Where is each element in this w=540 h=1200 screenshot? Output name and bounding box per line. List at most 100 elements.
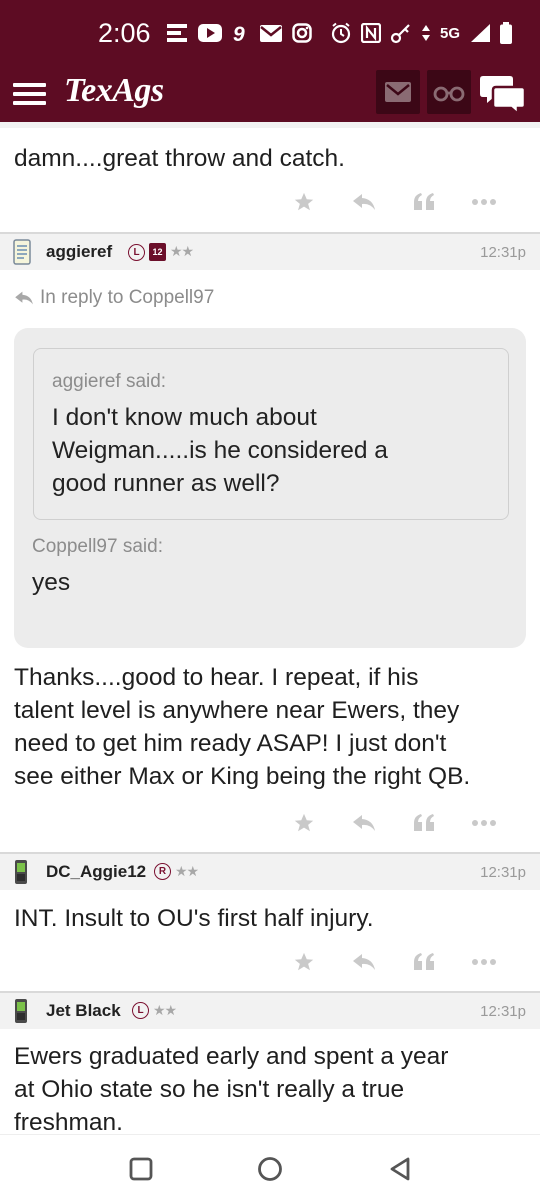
user-badges: L 12 ★★	[128, 243, 194, 261]
post-header: DC_Aggie12 R ★★ 12:31p	[0, 852, 540, 890]
post-body: INT. Insult to OU's first half injury.	[14, 905, 374, 932]
more-button[interactable]	[454, 808, 514, 838]
body-line: at Ohio state so he isn't really a true	[14, 1076, 405, 1103]
chat-button[interactable]	[480, 72, 527, 117]
post-timestamp[interactable]: 12:31p	[480, 1003, 526, 1020]
watchlist-button[interactable]	[427, 70, 471, 114]
svg-text:9: 9	[233, 23, 245, 44]
username-link[interactable]: aggieref	[46, 242, 112, 262]
back-button[interactable]	[384, 1153, 416, 1185]
phone-icon	[15, 860, 27, 884]
in-reply-to-link[interactable]: In reply to Coppell97	[14, 287, 214, 309]
quote-author: Coppell97 said:	[32, 536, 163, 557]
system-icons: 5G	[330, 22, 512, 44]
user-stars: ★★	[153, 1002, 177, 1019]
username-link[interactable]: DC_Aggie12	[46, 862, 146, 882]
post-header: Jet Black L ★★ 12:31p	[0, 991, 540, 1029]
more-button[interactable]	[454, 187, 514, 217]
quote-button[interactable]	[394, 808, 454, 838]
more-button[interactable]	[454, 947, 514, 977]
star-icon	[294, 813, 314, 832]
mail-icon	[385, 82, 411, 102]
user-stars: ★★	[170, 244, 194, 260]
reply-icon	[353, 815, 375, 831]
key-icon	[390, 24, 410, 44]
body-line: Thanks....good to hear. I repeat, if his	[14, 664, 419, 691]
reply-button[interactable]	[334, 187, 394, 217]
quote-line: good runner as well?	[52, 470, 280, 497]
quote-text: I don't know much about Weigman.....is h…	[52, 401, 388, 500]
status-time: 2:06	[98, 18, 151, 48]
mail-icon	[260, 24, 282, 42]
post-body: Ewers graduated early and spent a year a…	[14, 1040, 526, 1134]
star-icon	[294, 952, 314, 971]
user-badges: L ★★	[132, 1002, 177, 1019]
badge-level: L	[132, 1002, 149, 1019]
recents-button[interactable]	[125, 1153, 157, 1185]
body-line: talent level is anywhere near Ewers, the…	[14, 697, 460, 724]
quote-line: I don't know much about	[52, 404, 317, 431]
back-icon	[390, 1157, 410, 1181]
post-timestamp[interactable]: 12:31p	[480, 864, 526, 881]
body-line: see either Max or King being the right Q…	[14, 763, 471, 790]
user-stars: ★★	[175, 863, 199, 880]
network-type: 5G	[439, 24, 460, 42]
quote-icon	[414, 814, 434, 831]
youtube-icon	[198, 24, 222, 42]
badge-rank: R	[154, 863, 171, 880]
post-header-partial	[0, 122, 540, 128]
notepad-icon	[13, 239, 31, 265]
home-icon	[258, 1157, 282, 1181]
notification-icons: 9	[166, 22, 312, 44]
user-device-icon	[13, 998, 29, 1028]
reply-to-label: In reply to Coppell97	[40, 287, 215, 308]
home-button[interactable]	[254, 1153, 286, 1185]
instagram-icon	[292, 23, 312, 43]
quote-button[interactable]	[394, 947, 454, 977]
more-icon	[472, 959, 496, 965]
menu-icon[interactable]	[13, 76, 47, 112]
quote-icon	[414, 193, 434, 210]
signal-icon	[471, 24, 490, 42]
post-body: damn....great throw and catch.	[14, 145, 345, 172]
messages-button[interactable]	[376, 70, 420, 114]
battery-icon	[500, 22, 512, 44]
star-button[interactable]	[274, 187, 334, 217]
nested-quote-block: aggieref said: I don't know much about W…	[33, 348, 509, 520]
reply-icon	[353, 194, 375, 210]
post-header: aggieref L 12 ★★ 12:31p	[0, 232, 540, 270]
user-device-icon	[13, 239, 31, 269]
reply-button[interactable]	[334, 808, 394, 838]
status-bar: 2:06 9 5G	[0, 0, 540, 68]
quote-text: yes	[32, 569, 71, 596]
app-header: TexAgs	[0, 68, 540, 122]
system-nav-bar	[0, 1134, 540, 1200]
reply-icon	[353, 954, 375, 970]
app-screen: 2:06 9 5G TexAgs damn....great throw and…	[0, 0, 540, 1200]
username-link[interactable]: Jet Black	[46, 1001, 121, 1021]
post-actions	[274, 947, 514, 977]
badge-level: L	[128, 243, 145, 261]
user-device-icon	[13, 859, 29, 889]
data-arrows-icon	[421, 25, 430, 41]
post-actions	[274, 187, 514, 217]
body-line: need to get him ready ASAP! I just don't	[14, 730, 447, 757]
star-icon	[294, 192, 314, 211]
more-icon	[472, 199, 496, 205]
badge-twelfth-man: 12	[149, 243, 166, 261]
star-button[interactable]	[274, 808, 334, 838]
nine-icon: 9	[233, 23, 245, 44]
recents-icon	[129, 1157, 153, 1181]
body-line: freshman.	[14, 1109, 123, 1134]
quote-button[interactable]	[394, 187, 454, 217]
post-timestamp[interactable]: 12:31p	[480, 244, 526, 261]
star-button[interactable]	[274, 947, 334, 977]
quote-line: Weigman.....is he considered a	[52, 437, 388, 464]
texags-logo[interactable]: TexAgs	[64, 72, 164, 110]
reply-icon	[15, 291, 33, 305]
chat-icon	[480, 76, 527, 117]
more-icon	[472, 820, 496, 826]
reply-button[interactable]	[334, 947, 394, 977]
thread-feed[interactable]: damn....great throw and catch. aggieref …	[0, 122, 540, 1134]
nfc-icon	[360, 23, 381, 43]
